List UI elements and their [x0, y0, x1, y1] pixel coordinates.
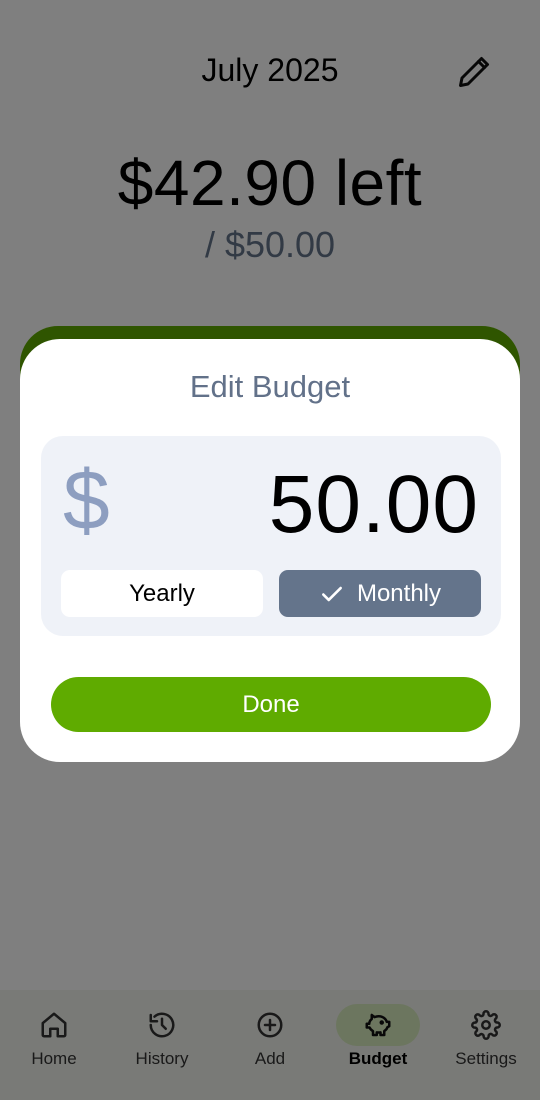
currency-symbol: $ — [63, 453, 110, 547]
amount-input[interactable]: 50.00 — [269, 464, 479, 546]
edit-budget-dialog: Edit Budget $ 50.00 Yearly Monthly Done — [20, 339, 520, 762]
amount-input-box[interactable]: $ 50.00 Yearly Monthly — [41, 436, 501, 636]
period-option-yearly[interactable]: Yearly — [61, 570, 263, 617]
budget-screen: July 2025 $42.90 left / $50.00 Home Hist… — [0, 0, 540, 1100]
done-button-label: Done — [242, 690, 300, 718]
period-option-yearly-label: Yearly — [129, 579, 195, 607]
check-icon — [322, 586, 342, 601]
dialog-title: Edit Budget — [189, 369, 351, 404]
period-option-monthly-label: Monthly — [356, 579, 442, 607]
period-option-monthly[interactable]: Monthly — [279, 570, 481, 617]
done-button[interactable]: Done — [51, 677, 491, 732]
